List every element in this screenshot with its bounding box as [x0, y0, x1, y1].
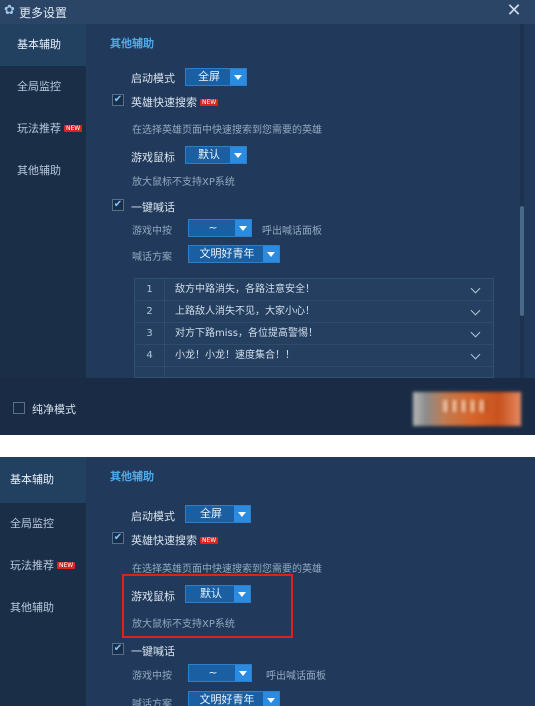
chat-line-number: 2 [135, 301, 165, 323]
chat-line-text: 敌方中路消失，各路注意安全！ [175, 284, 315, 295]
chat-lines-table: 1 敌方中路消失，各路注意安全！ 2 上路敌人消失不见，大家小心！ 3 对方下路… [134, 278, 494, 379]
game-mouse-dropdown[interactable]: 默认 [185, 146, 247, 164]
one-click-chat-label: 一键喊话 [131, 201, 175, 214]
chat-line-row[interactable]: 3 对方下路miss，各位提高警惕！ [135, 323, 493, 345]
game-mouse-label: 游戏鼠标 [131, 151, 175, 164]
section-title: 其他辅助 [110, 470, 154, 483]
call-chat-panel-text: 呼出喊话面板 [266, 671, 326, 682]
sidebar-item-basic-assist[interactable]: 基本辅助 [0, 457, 86, 503]
hero-search-checkbox[interactable]: ✔ [112, 532, 124, 544]
dropdown-value: 全屏 [200, 507, 222, 520]
sidebar-item-label: 玩法推荐 [17, 122, 61, 135]
window-title: 更多设置 [19, 6, 68, 20]
dropdown-value: 文明好青年 [199, 247, 255, 260]
settings-window-cropped: 基本辅助 全局监控 玩法推荐 NEW 其他辅助 其他辅助 启动模式 全屏 ✔ 英雄… [0, 457, 535, 706]
sidebar-item-label: 基本辅助 [10, 473, 54, 486]
hotkey-dropdown[interactable]: ~ [188, 219, 252, 237]
sidebar-item-other-assist[interactable]: 其他辅助 [0, 150, 86, 192]
confirm-button[interactable] [413, 392, 521, 426]
new-badge: NEW [200, 99, 219, 106]
start-mode-dropdown[interactable]: 全屏 [185, 68, 247, 86]
hero-search-label: 英雄快速搜索 NEW [131, 94, 219, 110]
highlight-box [122, 574, 293, 638]
new-badge: NEW [64, 125, 83, 132]
caret-down-icon [235, 220, 251, 236]
hero-search-checkbox[interactable]: ✔ [112, 94, 124, 106]
chevron-down-icon[interactable] [470, 305, 481, 316]
game-mouse-desc: 放大鼠标不支持XP系统 [132, 177, 235, 188]
caret-down-icon [230, 147, 246, 163]
caret-down-icon [235, 665, 251, 681]
in-game-press-label: 游戏中按 [132, 226, 172, 237]
in-game-press-label: 游戏中按 [132, 671, 172, 682]
chat-line-number: 3 [135, 323, 165, 345]
caret-down-icon [234, 506, 250, 522]
chat-line-row[interactable]: 4 小龙！小龙！速度集合！！ [135, 345, 493, 367]
sidebar-item-global-monitor[interactable]: 全局监控 [0, 503, 86, 545]
dropdown-value: 文明好青年 [199, 693, 255, 706]
chat-scheme-label: 喊话方案 [132, 699, 172, 706]
new-badge: NEW [57, 562, 76, 569]
chat-line-text: 小龙！小龙！速度集合！！ [175, 350, 295, 361]
dropdown-value: 全屏 [198, 70, 220, 83]
sidebar-item-other-assist[interactable]: 其他辅助 [0, 587, 86, 629]
start-mode-dropdown[interactable]: 全屏 [185, 505, 251, 523]
chat-scheme-dropdown[interactable]: 文明好青年 [188, 691, 280, 706]
one-click-chat-label: 一键喊话 [131, 645, 175, 658]
sidebar-item-global-monitor[interactable]: 全局监控 [0, 66, 86, 108]
sidebar-item-label: 全局监控 [10, 517, 54, 530]
chat-line-number: 4 [135, 345, 165, 367]
dropdown-value: ~ [208, 221, 218, 234]
sidebar-item-basic-assist[interactable]: 基本辅助 [0, 24, 86, 66]
settings-window-full: ✿ 更多设置 ✕ 基本辅助 全局监控 玩法推荐 NEW 其他辅助 其他辅助 启动模… [0, 0, 535, 435]
scrollbar-thumb[interactable] [520, 206, 524, 316]
chat-scheme-dropdown[interactable]: 文明好青年 [188, 245, 280, 263]
dropdown-value: 默认 [198, 148, 220, 161]
pure-mode-label: 纯净模式 [32, 403, 76, 416]
close-icon[interactable]: ✕ [505, 1, 523, 21]
chevron-down-icon[interactable] [470, 327, 481, 338]
chat-line-row[interactable]: 1 敌方中路消失，各路注意安全！ [135, 279, 493, 301]
dropdown-value: ~ [208, 666, 218, 679]
gear-icon: ✿ [4, 3, 15, 18]
sidebar-item-label: 其他辅助 [17, 164, 61, 177]
new-badge: NEW [200, 537, 219, 544]
chat-line-text: 对方下路miss，各位提高警惕！ [175, 328, 318, 339]
hero-search-label: 英雄快速搜索 NEW [131, 532, 219, 548]
caret-down-icon [263, 692, 279, 706]
chevron-down-icon[interactable] [470, 283, 481, 294]
sidebar-item-label: 基本辅助 [17, 38, 61, 51]
one-click-chat-checkbox[interactable]: ✔ [112, 199, 124, 211]
hero-search-desc: 在选择英雄页面中快速搜索到您需要的英雄 [132, 564, 322, 575]
caret-down-icon [263, 246, 279, 262]
hotkey-dropdown[interactable]: ~ [188, 664, 252, 682]
chat-line-number: 1 [135, 279, 165, 301]
start-mode-label: 启动模式 [131, 510, 175, 523]
pure-mode-checkbox[interactable] [13, 402, 25, 414]
settings-content: 其他辅助 启动模式 全屏 ✔ 英雄快速搜索 NEW 在选择英雄页面中快速搜索到您需… [86, 24, 535, 379]
call-chat-panel-text: 呼出喊话面板 [262, 226, 322, 237]
sidebar-item-gameplay-recommend[interactable]: 玩法推荐 NEW [0, 545, 86, 587]
sidebar: 基本辅助 全局监控 玩法推荐 NEW 其他辅助 [0, 24, 86, 378]
start-mode-label: 启动模式 [131, 72, 175, 85]
sidebar-item-label: 全局监控 [17, 80, 61, 93]
sidebar-item-gameplay-recommend[interactable]: 玩法推荐 NEW [0, 108, 86, 150]
section-title: 其他辅助 [110, 37, 154, 50]
chevron-down-icon[interactable] [470, 349, 481, 360]
hero-search-desc: 在选择英雄页面中快速搜索到您需要的英雄 [132, 125, 322, 136]
title-bar: ✿ 更多设置 ✕ [0, 0, 535, 24]
caret-down-icon [230, 69, 246, 85]
sidebar-item-label: 玩法推荐 [10, 559, 54, 572]
chat-line-row[interactable]: 2 上路敌人消失不见，大家小心！ [135, 301, 493, 323]
hero-search-text: 英雄快速搜索 [131, 534, 197, 547]
chat-scheme-label: 喊话方案 [132, 252, 172, 263]
sidebar: 基本辅助 全局监控 玩法推荐 NEW 其他辅助 [0, 457, 86, 706]
one-click-chat-checkbox[interactable]: ✔ [112, 643, 124, 655]
hero-search-text: 英雄快速搜索 [131, 96, 197, 109]
sidebar-item-label: 其他辅助 [10, 601, 54, 614]
scrollbar-track [520, 24, 524, 378]
footer-bar: 纯净模式 [0, 378, 535, 435]
chat-line-text: 上路敌人消失不见，大家小心！ [175, 306, 315, 317]
